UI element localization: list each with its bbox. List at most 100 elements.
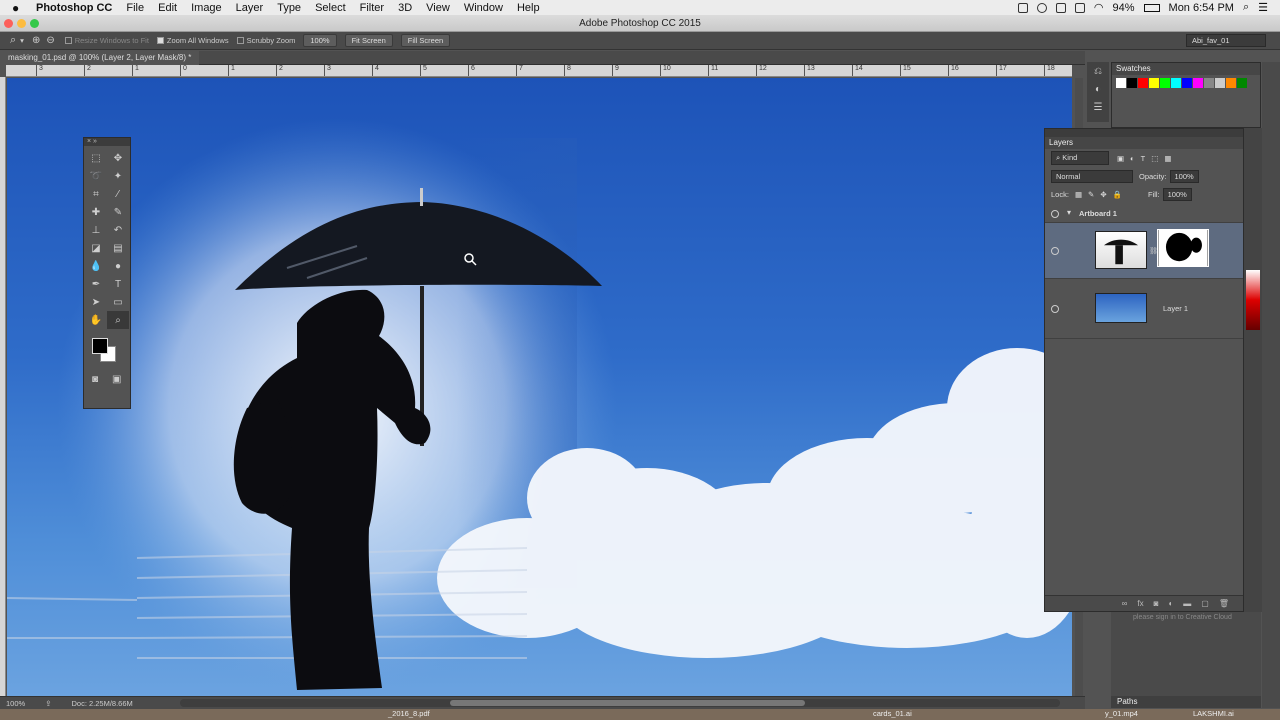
visibility-eye-icon[interactable] xyxy=(1051,305,1059,313)
layer-thumbnail[interactable] xyxy=(1095,293,1147,323)
filter-shape-icon[interactable]: ⬚ xyxy=(1151,154,1158,163)
layers-title[interactable]: Layers xyxy=(1045,137,1243,149)
layer-1[interactable]: Layer 1 xyxy=(1045,279,1243,339)
layer-2-selected[interactable]: ⛓ xyxy=(1045,223,1243,279)
sync-tray-icon[interactable] xyxy=(1036,2,1047,13)
layer-group-artboard[interactable]: ▾ Artboard 1 xyxy=(1045,205,1243,223)
vertical-ruler[interactable] xyxy=(0,77,6,696)
pen-tool-icon[interactable]: ✒ xyxy=(85,275,107,293)
zoom-window-button[interactable] xyxy=(30,19,39,28)
scrubby-zoom-checkbox[interactable] xyxy=(236,37,244,44)
lock-all-icon[interactable]: 🔒 xyxy=(1113,190,1122,199)
color-swatch[interactable] xyxy=(1127,78,1137,88)
delete-layer-icon[interactable]: 🗑 xyxy=(1219,599,1229,608)
shape-tool-icon[interactable]: ▭ xyxy=(107,293,129,311)
new-layer-icon[interactable]: ▢ xyxy=(1201,599,1209,608)
zoom-tool-icon[interactable]: ⌕ xyxy=(10,34,16,47)
color-swatch[interactable] xyxy=(1193,78,1203,88)
layer-style-icon[interactable]: fx xyxy=(1137,599,1143,608)
share-icon[interactable]: ⇪ xyxy=(45,699,51,708)
camera-tray-icon[interactable] xyxy=(1017,2,1028,13)
spotlight-search-icon[interactable]: ⌕ xyxy=(1243,1,1249,14)
lock-position-icon[interactable]: ✥ xyxy=(1100,190,1106,199)
stamp-tool-icon[interactable]: ⊥ xyxy=(85,221,107,239)
zoom-out-icon[interactable]: ⊖ xyxy=(46,35,54,46)
type-tool-icon[interactable]: T xyxy=(107,275,129,293)
document-tab[interactable]: masking_01.psd @ 100% (Layer 2, Layer Ma… xyxy=(0,51,200,65)
menu-layer[interactable]: Layer xyxy=(236,2,264,14)
healing-brush-icon[interactable]: ✚ xyxy=(85,203,107,221)
horizontal-ruler[interactable]: 3 2 1 0 1 2 3 4 5 6 7 8 9 10 11 12 13 14… xyxy=(6,65,1072,77)
menu-3d[interactable]: 3D xyxy=(398,2,412,14)
foreground-color-swatch[interactable] xyxy=(92,338,108,354)
battery-percent[interactable]: 94% xyxy=(1113,2,1135,14)
document-size[interactable]: Doc: 2.25M/8.66M xyxy=(71,699,132,708)
zoom-level[interactable]: 100% xyxy=(6,699,25,708)
tool-preset-dropdown[interactable]: ▾ xyxy=(20,36,24,45)
adjustments-panel-icon[interactable]: ◐ xyxy=(1087,80,1109,98)
desktop-file[interactable]: _2016_8.pdf xyxy=(388,709,430,718)
menu-select[interactable]: Select xyxy=(315,2,346,14)
horizontal-scrollbar-thumb[interactable] xyxy=(450,700,805,706)
color-swatch[interactable] xyxy=(1215,78,1225,88)
visibility-eye-icon[interactable] xyxy=(1051,247,1059,255)
document-canvas[interactable] xyxy=(7,78,1072,696)
disclosure-triangle-icon[interactable]: ▾ xyxy=(1067,208,1071,217)
menu-type[interactable]: Type xyxy=(277,2,301,14)
menu-filter[interactable]: Filter xyxy=(360,2,384,14)
fill-screen-button[interactable]: Fill Screen xyxy=(400,34,451,47)
gradient-tool-icon[interactable]: ▤ xyxy=(107,239,129,257)
filter-pixel-icon[interactable]: ▣ xyxy=(1117,154,1124,163)
color-swatch[interactable] xyxy=(1138,78,1148,88)
color-picker-strip[interactable] xyxy=(1246,270,1260,330)
zoom-tool-icon[interactable]: ⌕ xyxy=(107,311,129,329)
zoom-100-button[interactable]: 100% xyxy=(303,34,337,47)
opacity-field[interactable]: 100% xyxy=(1169,169,1199,183)
magic-wand-icon[interactable]: ✦ xyxy=(107,167,129,185)
minimize-window-button[interactable] xyxy=(17,19,26,28)
dropbox-tray-icon[interactable] xyxy=(1055,2,1066,13)
paths-tab[interactable]: Paths xyxy=(1111,696,1261,708)
layer-mask-thumbnail[interactable] xyxy=(1157,229,1209,267)
color-swatch[interactable] xyxy=(1182,78,1192,88)
properties-panel-icon[interactable]: ☰ xyxy=(1087,98,1109,116)
eyedropper-icon[interactable]: ⁄ xyxy=(107,185,129,203)
lock-transparent-icon[interactable]: ▦ xyxy=(1075,190,1082,199)
swatches-title[interactable]: Swatches xyxy=(1112,63,1260,75)
desktop-file[interactable]: y_01.mp4 xyxy=(1105,709,1138,718)
filter-type-icon[interactable]: T xyxy=(1141,154,1146,163)
apple-icon[interactable]: ● xyxy=(12,1,26,15)
quick-mask-icon[interactable]: ◙ xyxy=(92,374,98,385)
marquee-tool-icon[interactable]: ⬚ xyxy=(85,149,107,167)
wifi-icon[interactable]: ◠ xyxy=(1094,1,1104,14)
menu-image[interactable]: Image xyxy=(191,2,222,14)
color-swatch[interactable] xyxy=(1171,78,1181,88)
lock-image-icon[interactable]: ✎ xyxy=(1088,190,1094,199)
filter-adjustment-icon[interactable]: ◐ xyxy=(1130,154,1135,163)
move-tool-icon[interactable]: ✥ xyxy=(107,149,129,167)
resize-windows-checkbox[interactable] xyxy=(64,37,72,44)
color-swatch[interactable] xyxy=(1226,78,1236,88)
link-layers-icon[interactable]: ∞ xyxy=(1122,599,1128,608)
zoom-in-icon[interactable]: ⊕ xyxy=(32,35,40,46)
layer-thumbnail[interactable] xyxy=(1095,231,1147,269)
dodge-tool-icon[interactable]: ● xyxy=(107,257,129,275)
hand-tool-icon[interactable]: ✋ xyxy=(85,311,107,329)
menu-view[interactable]: View xyxy=(426,2,450,14)
clock[interactable]: Mon 6:54 PM xyxy=(1169,2,1234,14)
layers-panel-header[interactable] xyxy=(1045,129,1243,137)
color-swatch[interactable] xyxy=(1204,78,1214,88)
filter-kind-dropdown[interactable]: ⌕ Kind xyxy=(1051,151,1109,165)
new-group-icon[interactable]: ▬ xyxy=(1183,599,1191,608)
tools-panel-header[interactable]: × » xyxy=(84,138,130,146)
notification-center-icon[interactable]: ☰ xyxy=(1258,1,1268,14)
menu-help[interactable]: Help xyxy=(517,2,540,14)
add-mask-icon[interactable]: ◙ xyxy=(1154,599,1159,608)
path-select-icon[interactable]: ➤ xyxy=(85,293,107,311)
visibility-eye-icon[interactable] xyxy=(1051,210,1059,218)
blend-mode-dropdown[interactable]: Normal xyxy=(1051,169,1133,183)
battery-icon[interactable] xyxy=(1143,3,1160,12)
brush-tool-icon[interactable]: ✎ xyxy=(107,203,129,221)
adjustment-layer-icon[interactable]: ◐ xyxy=(1168,599,1173,608)
blur-tool-icon[interactable]: 💧 xyxy=(85,257,107,275)
